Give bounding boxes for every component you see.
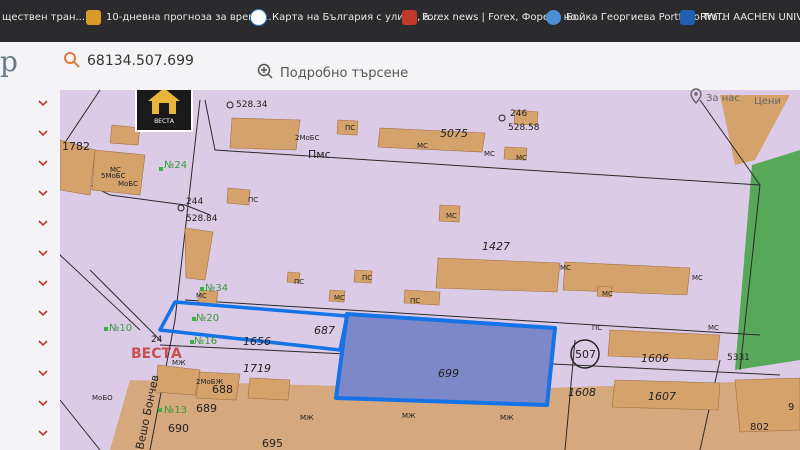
building-code-label: МС	[560, 264, 571, 272]
chevron-down-icon[interactable]	[38, 248, 48, 258]
brand-logo: ВЕСТА	[135, 90, 193, 132]
building-code-label: МС	[417, 142, 428, 150]
brand-logo-text: ВЕСТА	[154, 118, 175, 125]
screen: ществен тран... 10-дневна прогноза за вр…	[0, 0, 800, 450]
weather-s-icon	[86, 9, 101, 25]
parcel-label-695: 695	[262, 437, 283, 450]
chevron-down-icon[interactable]	[38, 428, 48, 438]
parcel-label-689: 689	[196, 402, 217, 415]
building-code-label: ПС	[410, 297, 420, 305]
chevron-down-icon[interactable]	[38, 128, 48, 138]
address-number: №24	[164, 160, 187, 171]
parcel-label-507: 507	[575, 348, 596, 361]
chevron-down-icon[interactable]	[38, 98, 48, 108]
bookmark-transport[interactable]: ществен тран...	[2, 8, 85, 26]
filter-sidebar	[0, 90, 61, 450]
address-number: №20	[196, 313, 219, 324]
chevron-down-icon[interactable]	[38, 338, 48, 348]
parcel-label-1782: 1782	[62, 140, 90, 153]
elevation-label: 528.84	[186, 214, 218, 224]
chevron-down-icon[interactable]	[38, 368, 48, 378]
address-number: №13	[164, 405, 187, 416]
address-number: №34	[205, 283, 228, 294]
parcel-label-9: 9	[788, 402, 794, 413]
rwth-icon	[680, 9, 695, 25]
bg-map-icon	[250, 8, 267, 26]
chevron-down-icon[interactable]	[38, 308, 48, 318]
bookmark-label: ществен тран...	[2, 11, 86, 23]
about-link[interactable]: За нас	[706, 93, 740, 104]
portfolio-icon	[546, 9, 561, 25]
building-code-label: МС	[692, 274, 703, 282]
parcel-label-802: 802	[750, 422, 769, 433]
building-code-label: МС	[602, 290, 613, 298]
parcel-label-1656: 1656	[243, 335, 271, 348]
chevron-down-icon[interactable]	[38, 398, 48, 408]
elevation-label: 528.34	[236, 100, 268, 110]
parcel-label-1606: 1606	[641, 352, 669, 365]
search-icon[interactable]	[62, 50, 82, 70]
bookmark-label: RWTH AACHEN UNIVERSITY ...	[700, 11, 800, 23]
chevron-down-icon[interactable]	[38, 158, 48, 168]
address-number: №10	[109, 323, 132, 334]
map-pin-icon	[690, 88, 702, 104]
bookmarks-bar: ществен тран... 10-дневна прогноза за вр…	[0, 0, 800, 42]
parcel-label-5331: 5331	[727, 353, 750, 363]
prices-link[interactable]: Цени	[754, 96, 781, 107]
elevation-label: 528.58	[508, 123, 540, 133]
building-code-label: ПС	[362, 274, 372, 282]
parcel-label-1608: 1608	[568, 386, 596, 399]
search-input[interactable]: 68134.507.699	[87, 53, 194, 69]
building-code-label: МС	[708, 324, 719, 332]
chevron-down-icon[interactable]	[38, 218, 48, 228]
building-code-label: ПС	[248, 196, 258, 204]
building-code-label: ПС	[294, 278, 304, 286]
building-code-label: МС	[516, 154, 527, 162]
parcel-label-690: 690	[168, 422, 189, 435]
building-code-label: МС	[484, 150, 495, 158]
highlighted-plot[interactable]	[334, 312, 557, 407]
building-code-label: Пмс	[308, 148, 331, 161]
building-code-label: 2МоБС	[295, 134, 320, 142]
point-label: 24	[151, 335, 163, 345]
parcel-label-1607: 1607	[648, 390, 676, 403]
bookmark-label: 10-дневна прогноза за време...	[106, 11, 272, 23]
forex-icon	[402, 9, 417, 25]
building-code-label: МЖ	[300, 414, 314, 422]
chevron-down-icon[interactable]	[38, 278, 48, 288]
building-code-label: МС	[334, 294, 345, 302]
parcel-label-1719: 1719	[243, 362, 271, 375]
zoom-plus-icon[interactable]	[256, 62, 274, 80]
building-code-label: ПС	[345, 124, 355, 132]
address-number: №16	[194, 336, 217, 347]
building-code-label: ПС	[592, 324, 602, 332]
building-code-label: МЖ	[500, 414, 514, 422]
building-code-label: 5МоБС	[101, 172, 126, 180]
site-logo-fragment[interactable]: p	[0, 45, 18, 78]
parcel-label-1427: 1427	[482, 240, 510, 253]
building-code-label: МС	[446, 212, 457, 220]
watermark-text: ВЕСТА	[131, 346, 182, 362]
parcel-label-699: 699	[438, 367, 459, 380]
bookmark-rwth[interactable]: RWTH AACHEN UNIVERSITY ...	[680, 8, 800, 26]
chevron-down-icon[interactable]	[38, 188, 48, 198]
building-code-label: МЖ	[402, 412, 416, 420]
point-label: 244	[186, 197, 203, 207]
parcel-label-5075: 5075	[440, 127, 468, 140]
building-code-label: МоБО	[92, 394, 113, 402]
building-code-label: МоБС	[118, 180, 138, 188]
cadastral-map[interactable]: 1782 5075 1427 1656 687 699 1606 1608 16…	[60, 90, 800, 450]
parcel-label-687: 687	[314, 324, 335, 337]
building-code-label: 2МоБЖ	[196, 378, 224, 386]
advanced-search-link[interactable]: Подробно търсене	[280, 66, 408, 81]
bookmark-weather[interactable]: 10-дневна прогноза за време...	[86, 8, 271, 26]
point-label: 246	[510, 109, 527, 119]
